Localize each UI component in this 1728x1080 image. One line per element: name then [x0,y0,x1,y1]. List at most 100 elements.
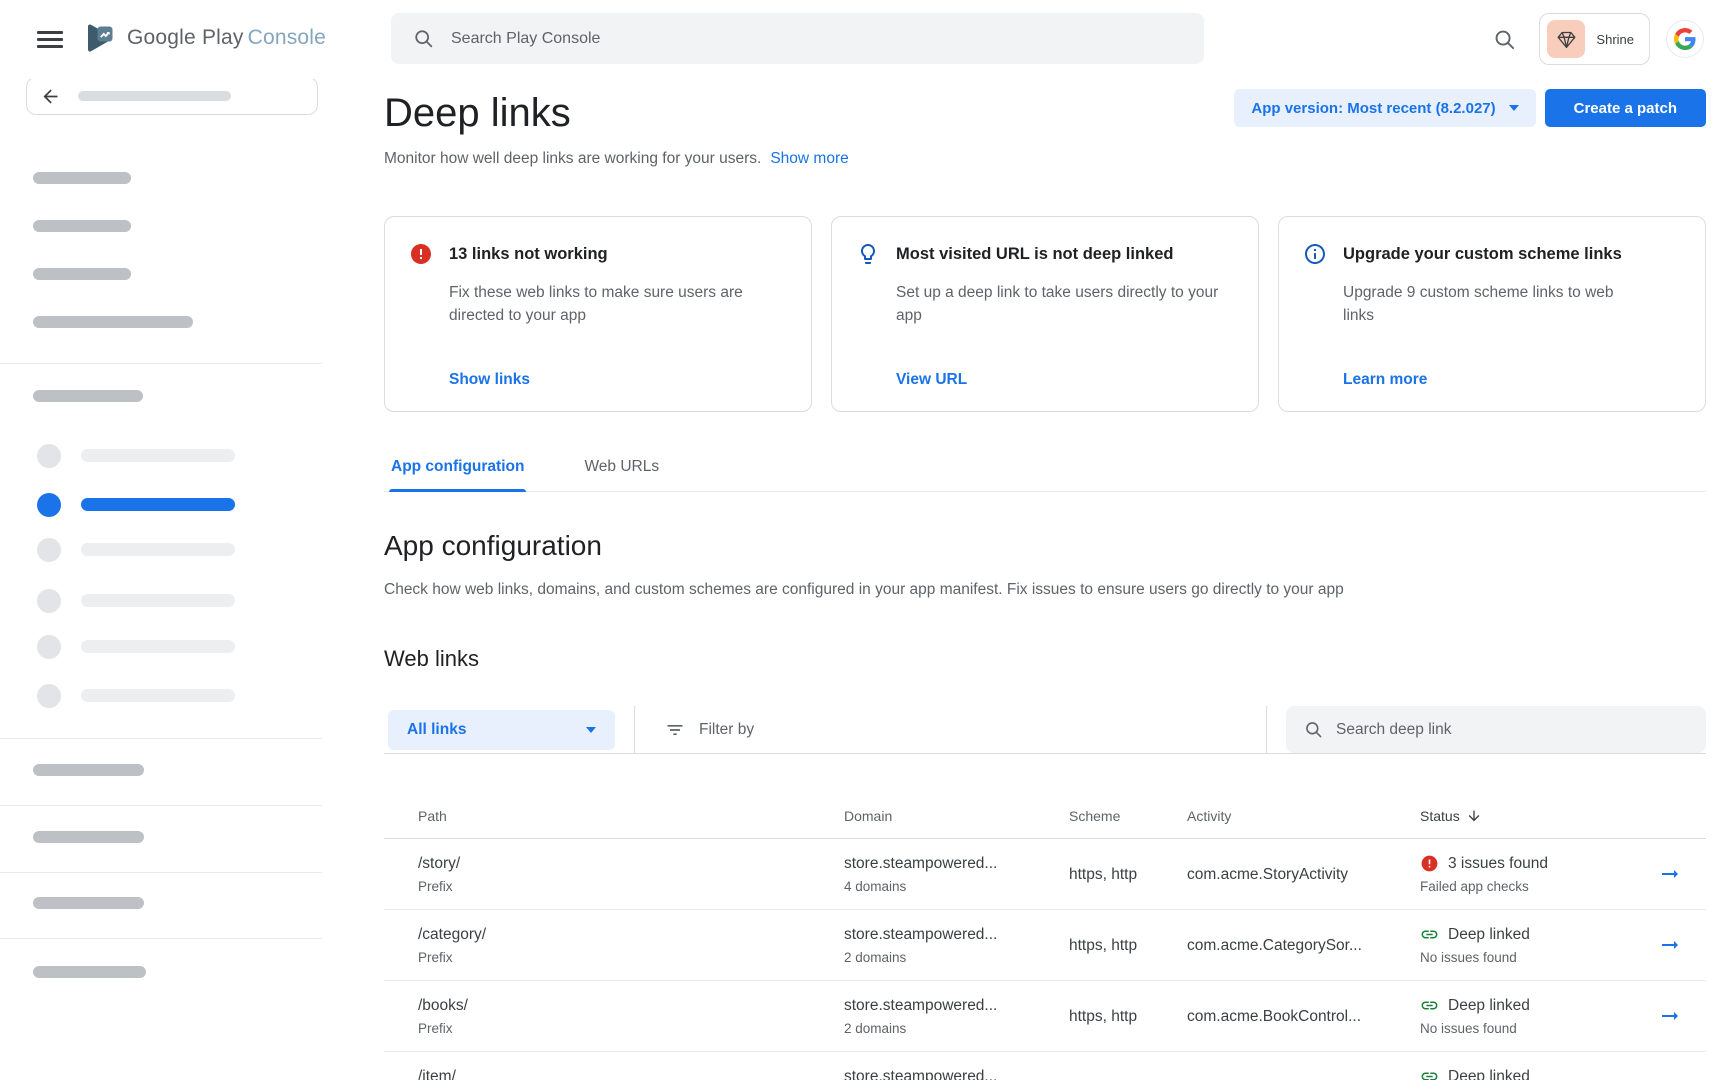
app-name-label: Shrine [1596,32,1634,47]
section-heading: App configuration [384,528,1706,564]
search-icon[interactable] [1493,28,1516,51]
divider [634,706,635,753]
path-type: Prefix [418,947,844,968]
status-value: Deep linked [1448,923,1530,946]
arrow-right-icon[interactable] [1658,1075,1682,1080]
column-header-scheme: Scheme [1069,808,1187,824]
search-icon [1304,720,1323,739]
sidebar-nav-item-active[interactable] [37,493,237,517]
arrow-right-icon[interactable] [1658,862,1682,886]
web-links-heading: Web links [384,645,1706,673]
skeleton-bar [78,91,231,101]
divider [0,872,322,873]
table-row[interactable]: /item/ store.steampowered... Deep linked [384,1052,1706,1080]
column-header-path: Path [384,808,844,824]
lightbulb-icon [856,242,880,266]
path-value: /category/ [418,923,844,946]
path-type: Prefix [418,1018,844,1039]
status-detail: Failed app checks [1420,876,1634,897]
sort-descending-icon [1466,808,1482,824]
global-search-input[interactable] [451,30,1204,48]
filter-bar: All links Filter by [384,706,1706,754]
divider [0,738,322,739]
card-body: Set up a deep link to take users directl… [896,281,1231,327]
page-subtitle: Monitor how well deep links are working … [384,150,761,167]
sidebar-nav-item[interactable] [37,684,237,708]
table-row[interactable]: /category/Prefix store.steampowered...2 … [384,910,1706,981]
arrow-right-icon[interactable] [1658,933,1682,957]
sidebar-nav-item[interactable] [37,635,237,659]
app-switcher-chip[interactable]: Shrine [1539,13,1650,65]
sidebar-nav-item[interactable] [37,589,237,613]
domain-value: store.steampowered... [844,1065,1069,1080]
column-header-activity: Activity [1187,808,1420,824]
tab-web-urls[interactable]: Web URLs [582,452,661,491]
info-icon [1303,242,1327,266]
divider [1266,706,1267,753]
card-body: Upgrade 9 custom scheme links to web lin… [1343,281,1628,327]
card-title: Upgrade your custom scheme links [1343,245,1622,264]
activity-value: com.acme.CategorySor... [1187,934,1420,957]
error-icon [409,242,433,266]
create-patch-button[interactable]: Create a patch [1545,89,1706,127]
path-value: /item/ [418,1065,844,1080]
skeleton-bar [33,966,146,978]
domain-value: store.steampowered... [844,852,1069,875]
status-detail: No issues found [1420,947,1634,968]
domain-count: 2 domains [844,947,1069,968]
activity-value: com.acme.BookControl... [1187,1005,1420,1028]
chevron-down-icon [586,727,596,733]
table-row[interactable]: /story/Prefix store.steampowered...4 dom… [384,839,1706,910]
play-console-logo[interactable]: Google PlayConsole [82,20,326,56]
show-links-link[interactable]: Show links [449,371,787,389]
app-version-dropdown[interactable]: App version: Most recent (8.2.027) [1234,89,1535,127]
card-title: Most visited URL is not deep linked [896,245,1174,264]
domain-value: store.steampowered... [844,994,1069,1017]
links-filter-value: All links [407,721,466,739]
main-content: Deep links Monitor how well deep links a… [322,79,1728,1080]
table-row[interactable]: /books/Prefix store.steampowered...2 dom… [384,981,1706,1052]
scheme-value: https, http [1069,863,1187,886]
card-body: Fix these web links to make sure users a… [449,281,759,327]
column-header-status[interactable]: Status [1420,808,1634,824]
top-bar: Google PlayConsole Shrine [0,0,1728,79]
status-value: 3 issues found [1448,852,1548,875]
web-links-table: Path Domain Scheme Activity Status /stor… [384,754,1706,1080]
view-url-link[interactable]: View URL [896,371,1234,389]
skeleton-bar [33,764,144,776]
menu-icon[interactable] [37,31,63,48]
link-icon [1420,996,1439,1015]
search-icon [413,28,434,49]
sidebar-nav-item[interactable] [37,444,237,468]
filter-by-button[interactable]: Filter by [665,720,754,740]
divider [0,363,322,364]
divider [0,938,322,939]
insight-card-links-not-working: 13 links not working Fix these web links… [384,216,812,412]
skeleton-bar [33,172,131,184]
filter-icon [665,720,685,740]
show-more-link[interactable]: Show more [770,150,848,167]
path-type: Prefix [418,876,844,897]
filter-by-label: Filter by [699,721,754,739]
scheme-value: https, http [1069,1005,1187,1028]
link-icon [1420,925,1439,944]
google-g-icon [1674,28,1696,50]
skeleton-bar [33,220,131,232]
back-button[interactable] [26,77,318,115]
page-title: Deep links [384,89,849,137]
google-account-avatar[interactable] [1666,20,1704,58]
tab-app-configuration[interactable]: App configuration [389,452,526,491]
skeleton-bar [33,897,144,909]
sidebar [0,0,322,1080]
play-console-logo-icon [82,20,118,56]
insight-card-upgrade-schemes: Upgrade your custom scheme links Upgrade… [1278,216,1706,412]
sidebar-nav-item[interactable] [37,538,237,562]
arrow-right-icon[interactable] [1658,1004,1682,1028]
column-header-domain: Domain [844,808,1069,824]
links-filter-dropdown[interactable]: All links [388,710,615,750]
table-header: Path Domain Scheme Activity Status [384,754,1706,839]
chevron-down-icon [1509,105,1519,111]
section-description: Check how web links, domains, and custom… [384,578,1706,601]
deep-link-search-input[interactable] [1336,721,1706,739]
learn-more-link[interactable]: Learn more [1343,371,1681,389]
